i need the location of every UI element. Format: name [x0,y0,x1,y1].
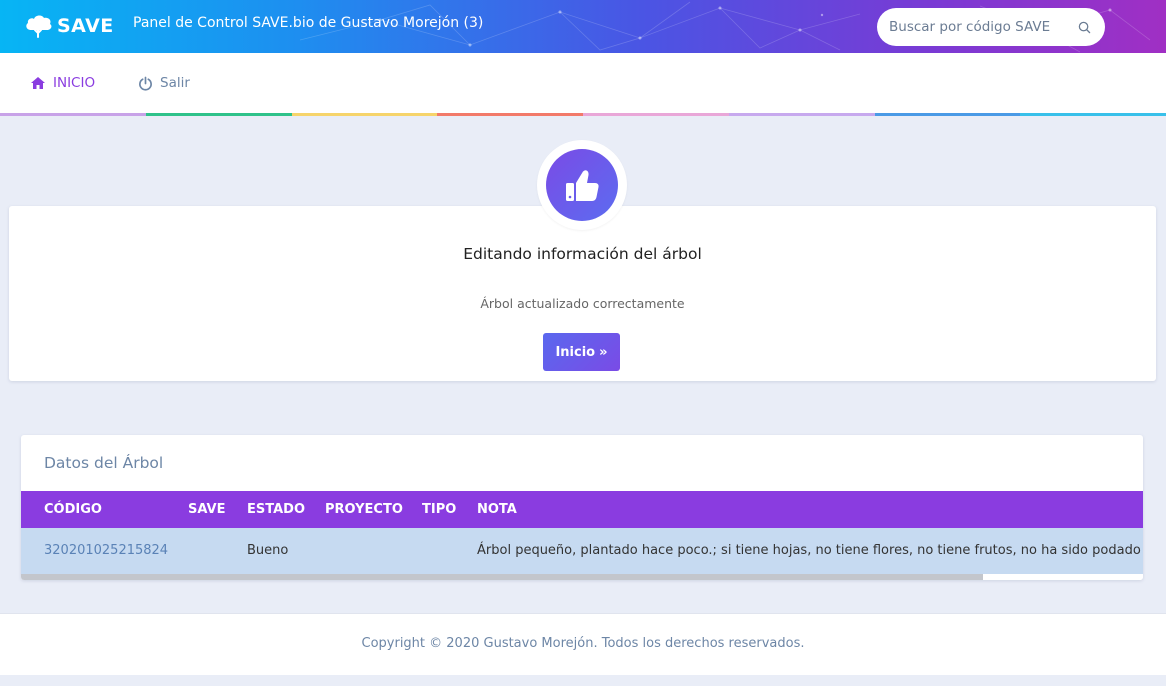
scrollbar-thumb[interactable] [21,574,983,580]
column-header-proyecto: PROYECTO [325,502,403,517]
column-header-save: SAVE [188,502,226,517]
color-stripe [0,113,1166,116]
nav-item-label: INICIO [53,75,96,91]
table-row: 320201025215824 Bueno Árbol pequeño, pla… [21,528,1143,574]
nav-item-salir[interactable]: Salir [138,75,190,91]
success-badge [537,140,627,230]
power-icon [139,76,152,91]
search-icon[interactable] [1078,21,1091,34]
home-icon [31,77,45,89]
success-card: Editando información del árbol Árbol act… [9,206,1156,381]
main-nav: INICIO Salir [0,53,1166,113]
success-badge-circle [546,149,618,221]
nav-item-inicio[interactable]: INICIO [30,75,95,91]
column-header-nota: NOTA [477,502,517,517]
stripe-segment [728,113,875,116]
page-footer: Copyright © 2020 Gustavo Morejón. Todos … [0,613,1166,675]
inicio-button-label: Inicio [555,344,596,360]
table-header: CÓDIGO SAVE ESTADO PROYECTO TIPO NOTA [21,491,1143,528]
thumbs-up-icon [566,170,599,201]
column-header-estado: ESTADO [247,502,306,517]
tree-code-link[interactable]: 320201025215824 [44,543,168,558]
stripe-segment [874,113,1021,116]
stripe-segment [145,113,292,116]
panel-title: Panel de Control SAVE.bio de Gustavo Mor… [133,15,484,31]
cell-estado: Bueno [247,543,289,558]
success-message: Árbol actualizado correctamente [480,296,685,311]
stripe-segment [437,113,583,116]
double-chevron-right-icon: » [599,344,608,360]
copyright-text: Copyright © 2020 Gustavo Morejón. Todos … [361,636,805,651]
inicio-button[interactable]: Inicio » [543,333,620,371]
stripe-segment [0,113,146,116]
tree-data-title: Datos del Árbol [44,454,164,472]
tree-data-table: CÓDIGO SAVE ESTADO PROYECTO TIPO NOTA 32… [21,491,1143,580]
horizontal-scrollbar[interactable] [21,574,1143,580]
stripe-segment [1020,113,1166,116]
brand-logo[interactable]: SAVE [24,13,114,39]
top-header: SAVE Panel de Control SAVE.bio de Gustav… [0,0,1166,53]
column-header-codigo: CÓDIGO [44,502,102,517]
search-input[interactable] [889,19,1078,35]
stripe-segment [583,113,729,116]
tree-data-card: Datos del Árbol CÓDIGO SAVE ESTADO PROYE… [21,435,1143,580]
cell-nota: Árbol pequeño, plantado hace poco.; si t… [477,543,1141,558]
search-box[interactable] [877,8,1105,46]
brand-name: SAVE [57,15,114,37]
card-title: Editando información del árbol [463,245,702,263]
stripe-segment [291,113,438,116]
nav-item-label: Salir [160,75,190,91]
column-header-tipo: TIPO [422,502,457,517]
tree-cloud-icon [26,15,52,38]
